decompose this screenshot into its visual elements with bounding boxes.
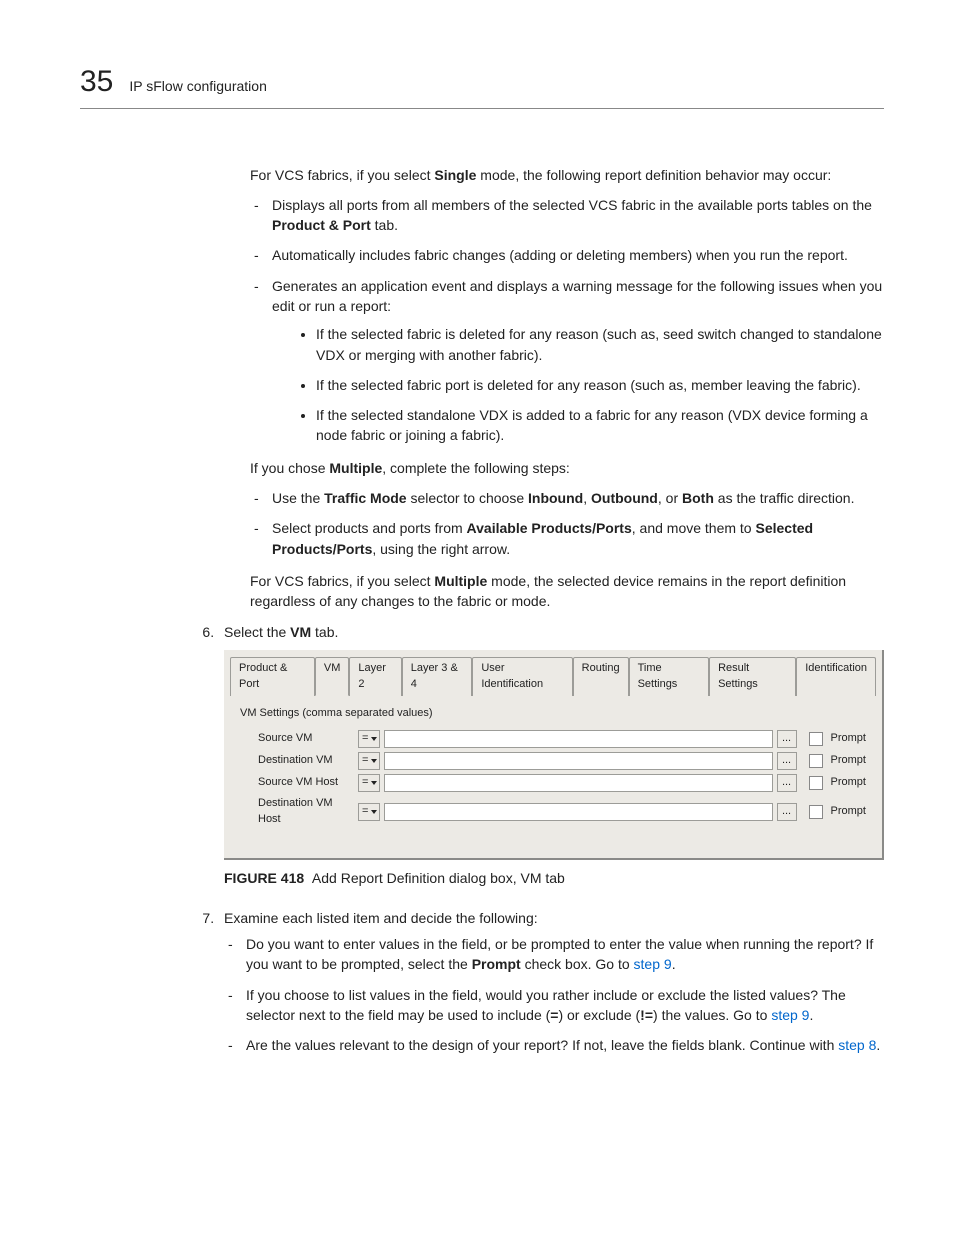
tab-identification[interactable]: Identification <box>796 657 876 696</box>
row-source-vm: Source VM = ... Prompt <box>258 730 866 748</box>
value-input[interactable] <box>384 803 773 821</box>
browse-button[interactable]: ... <box>777 730 797 748</box>
list-item: If the selected standalone VDX is added … <box>316 405 884 446</box>
row-source-vm-host: Source VM Host = ... Prompt <box>258 774 866 792</box>
step-7: Examine each listed item and decide the … <box>218 908 884 1056</box>
steps-block: Select the VM tab. Product & Port VM Lay… <box>218 622 884 1056</box>
link-step9[interactable]: step 9 <box>771 1007 809 1023</box>
step-6: Select the VM tab. Product & Port VM Lay… <box>218 622 884 888</box>
multiple-intro: If you chose Multiple, complete the foll… <box>250 458 884 478</box>
chevron-down-icon <box>371 737 377 741</box>
value-input[interactable] <box>384 774 773 792</box>
tab-time-settings[interactable]: Time Settings <box>629 657 710 696</box>
operator-select[interactable]: = <box>358 730 380 748</box>
step7-list: Do you want to enter values in the field… <box>224 934 884 1055</box>
tab-layer2[interactable]: Layer 2 <box>349 657 401 696</box>
tab-routing[interactable]: Routing <box>573 657 629 696</box>
row-label: Source VM Host <box>258 775 354 791</box>
vcs-single-intro: For VCS fabrics, if you select Single mo… <box>250 165 884 185</box>
row-label: Destination VM <box>258 753 354 769</box>
list-item: If you choose to list values in the fiel… <box>246 985 884 1026</box>
prompt-label: Prompt <box>831 804 866 820</box>
list-item: If the selected fabric port is deleted f… <box>316 375 884 395</box>
prompt-checkbox[interactable] <box>809 754 823 768</box>
prompt-checkbox[interactable] <box>809 732 823 746</box>
row-destination-vm: Destination VM = ... Prompt <box>258 752 866 770</box>
list-item: Generates an application event and displ… <box>272 276 884 446</box>
group-label: VM Settings (comma separated values) <box>240 706 866 722</box>
tab-user-id[interactable]: User Identification <box>472 657 572 696</box>
prompt-checkbox[interactable] <box>809 805 823 819</box>
browse-button[interactable]: ... <box>777 752 797 770</box>
value-input[interactable] <box>384 730 773 748</box>
figure-number: FIGURE 418 <box>224 870 304 886</box>
list-item: Do you want to enter values in the field… <box>246 934 884 975</box>
browse-button[interactable]: ... <box>777 803 797 821</box>
row-label: Destination VM Host <box>258 796 354 828</box>
chevron-down-icon <box>371 781 377 785</box>
multiple-mode-list: Use the Traffic Mode selector to choose … <box>250 488 884 559</box>
list-item: Select products and ports from Available… <box>272 518 884 559</box>
list-item: Automatically includes fabric changes (a… <box>272 245 884 265</box>
operator-select[interactable]: = <box>358 803 380 821</box>
tab-vm[interactable]: VM <box>315 657 350 696</box>
ordered-steps: Select the VM tab. Product & Port VM Lay… <box>218 622 884 1056</box>
chevron-down-icon <box>371 810 377 814</box>
figure-text: Add Report Definition dialog box, VM tab <box>312 870 565 886</box>
prompt-checkbox[interactable] <box>809 776 823 790</box>
dialog-tabs: Product & Port VM Layer 2 Layer 3 & 4 Us… <box>224 650 882 695</box>
prompt-label: Prompt <box>831 753 866 769</box>
list-item: Displays all ports from all members of t… <box>272 195 884 236</box>
link-step8[interactable]: step 8 <box>838 1037 876 1053</box>
single-mode-list: Displays all ports from all members of t… <box>250 195 884 446</box>
dialog-vm-tab: Product & Port VM Layer 2 Layer 3 & 4 Us… <box>224 650 884 860</box>
list-item: Are the values relevant to the design of… <box>246 1035 884 1055</box>
single-mode-sublist: If the selected fabric is deleted for an… <box>272 324 884 445</box>
content-single-mode: For VCS fabrics, if you select Single mo… <box>250 165 884 612</box>
chevron-down-icon <box>371 759 377 763</box>
row-destination-vm-host: Destination VM Host = ... Prompt <box>258 796 866 828</box>
value-input[interactable] <box>384 752 773 770</box>
multiple-note: For VCS fabrics, if you select Multiple … <box>250 571 884 612</box>
page-header: 35 IP sFlow configuration <box>80 60 884 109</box>
list-item: Use the Traffic Mode selector to choose … <box>272 488 884 508</box>
row-label: Source VM <box>258 731 354 747</box>
tab-layer34[interactable]: Layer 3 & 4 <box>402 657 473 696</box>
list-item: If the selected fabric is deleted for an… <box>316 324 884 365</box>
tab-product-port[interactable]: Product & Port <box>230 657 315 696</box>
prompt-label: Prompt <box>831 731 866 747</box>
chapter-title: IP sFlow configuration <box>129 76 266 96</box>
operator-select[interactable]: = <box>358 752 380 770</box>
tabpanel-vm: VM Settings (comma separated values) Sou… <box>230 695 876 858</box>
operator-select[interactable]: = <box>358 774 380 792</box>
prompt-label: Prompt <box>831 775 866 791</box>
link-step9[interactable]: step 9 <box>634 956 672 972</box>
chapter-number: 35 <box>80 60 113 104</box>
tab-result-settings[interactable]: Result Settings <box>709 657 796 696</box>
figure-caption: FIGURE 418 Add Report Definition dialog … <box>224 868 884 888</box>
browse-button[interactable]: ... <box>777 774 797 792</box>
